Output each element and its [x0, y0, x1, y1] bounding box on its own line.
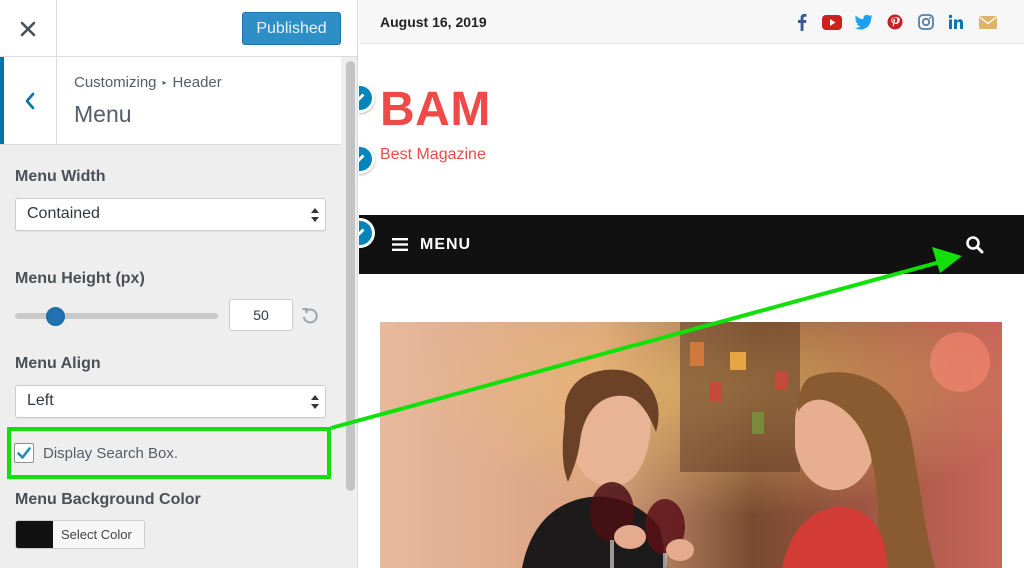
edit-shortcut-tagline[interactable]: [359, 144, 375, 174]
close-icon: [20, 21, 36, 36]
menu-align-label: Menu Align: [15, 355, 101, 372]
chevron-left-icon: [25, 92, 35, 109]
scrollbar-thumb[interactable]: [346, 61, 355, 491]
color-swatch: [16, 521, 53, 548]
site-description: Best Magazine: [380, 146, 486, 163]
reset-icon[interactable]: [300, 306, 320, 326]
menu-height-input[interactable]: 50: [229, 299, 293, 331]
menu-toggle-label[interactable]: MENU: [420, 236, 471, 254]
customizer-sidebar: Published Customizing ▸ Header Menu Menu W…: [0, 0, 358, 568]
topbar-date: August 16, 2019: [380, 14, 487, 30]
publish-button[interactable]: Published: [242, 12, 341, 45]
screenshot-root: Published Customizing ▸ Header Menu Menu W…: [0, 0, 1024, 568]
menu-align-value: Left: [27, 392, 54, 409]
twitter-icon[interactable]: [853, 12, 875, 32]
close-customizer-button[interactable]: [0, 0, 57, 57]
instagram-icon[interactable]: [916, 12, 936, 32]
top-bar: August 16, 2019: [359, 0, 1024, 44]
breadcrumb: Customizing ▸ Header: [74, 74, 222, 91]
edit-shortcut-title[interactable]: [359, 83, 375, 113]
featured-image[interactable]: [380, 322, 1002, 568]
menu-align-select[interactable]: Left: [15, 385, 326, 418]
menu-width-select[interactable]: Contained: [15, 198, 326, 231]
breadcrumb-separator: ▸: [162, 78, 167, 87]
breadcrumb-header: Header: [172, 74, 222, 91]
sidebar-scrollbar[interactable]: [343, 57, 357, 568]
menu-width-value: Contained: [27, 205, 100, 222]
site-preview: August 16, 2019 BAM Best Magazine MENU: [359, 0, 1024, 568]
hamburger-icon[interactable]: [392, 238, 408, 251]
select-color-label: Select Color: [61, 527, 132, 542]
breadcrumb-customizing: Customizing: [74, 74, 157, 91]
linkedin-icon[interactable]: [946, 12, 966, 32]
annotation-highlight-box: [7, 427, 331, 479]
site-title[interactable]: BAM: [380, 82, 491, 137]
pencil-icon: [359, 228, 365, 236]
facebook-icon[interactable]: [795, 12, 809, 32]
select-color-button[interactable]: Select Color: [15, 520, 145, 549]
menu-width-label: Menu Width: [15, 168, 106, 185]
section-header: Customizing ▸ Header Menu: [0, 57, 341, 145]
menu-height-label: Menu Height (px): [15, 270, 145, 287]
select-arrows-icon: [311, 395, 319, 409]
envelope-icon[interactable]: [977, 12, 999, 32]
menu-bg-color-label: Menu Background Color: [15, 491, 201, 508]
pencil-icon: [359, 154, 365, 162]
section-heading: Menu: [74, 101, 132, 127]
select-arrows-icon: [311, 208, 319, 222]
pencil-icon: [359, 93, 365, 101]
customizer-header: Published: [0, 0, 357, 57]
search-icon[interactable]: [965, 235, 985, 255]
back-button[interactable]: [0, 57, 57, 144]
main-navigation: MENU: [359, 215, 1024, 274]
pinterest-icon[interactable]: [885, 12, 905, 32]
menu-height-slider-handle[interactable]: [46, 307, 65, 326]
youtube-icon[interactable]: [821, 12, 843, 32]
